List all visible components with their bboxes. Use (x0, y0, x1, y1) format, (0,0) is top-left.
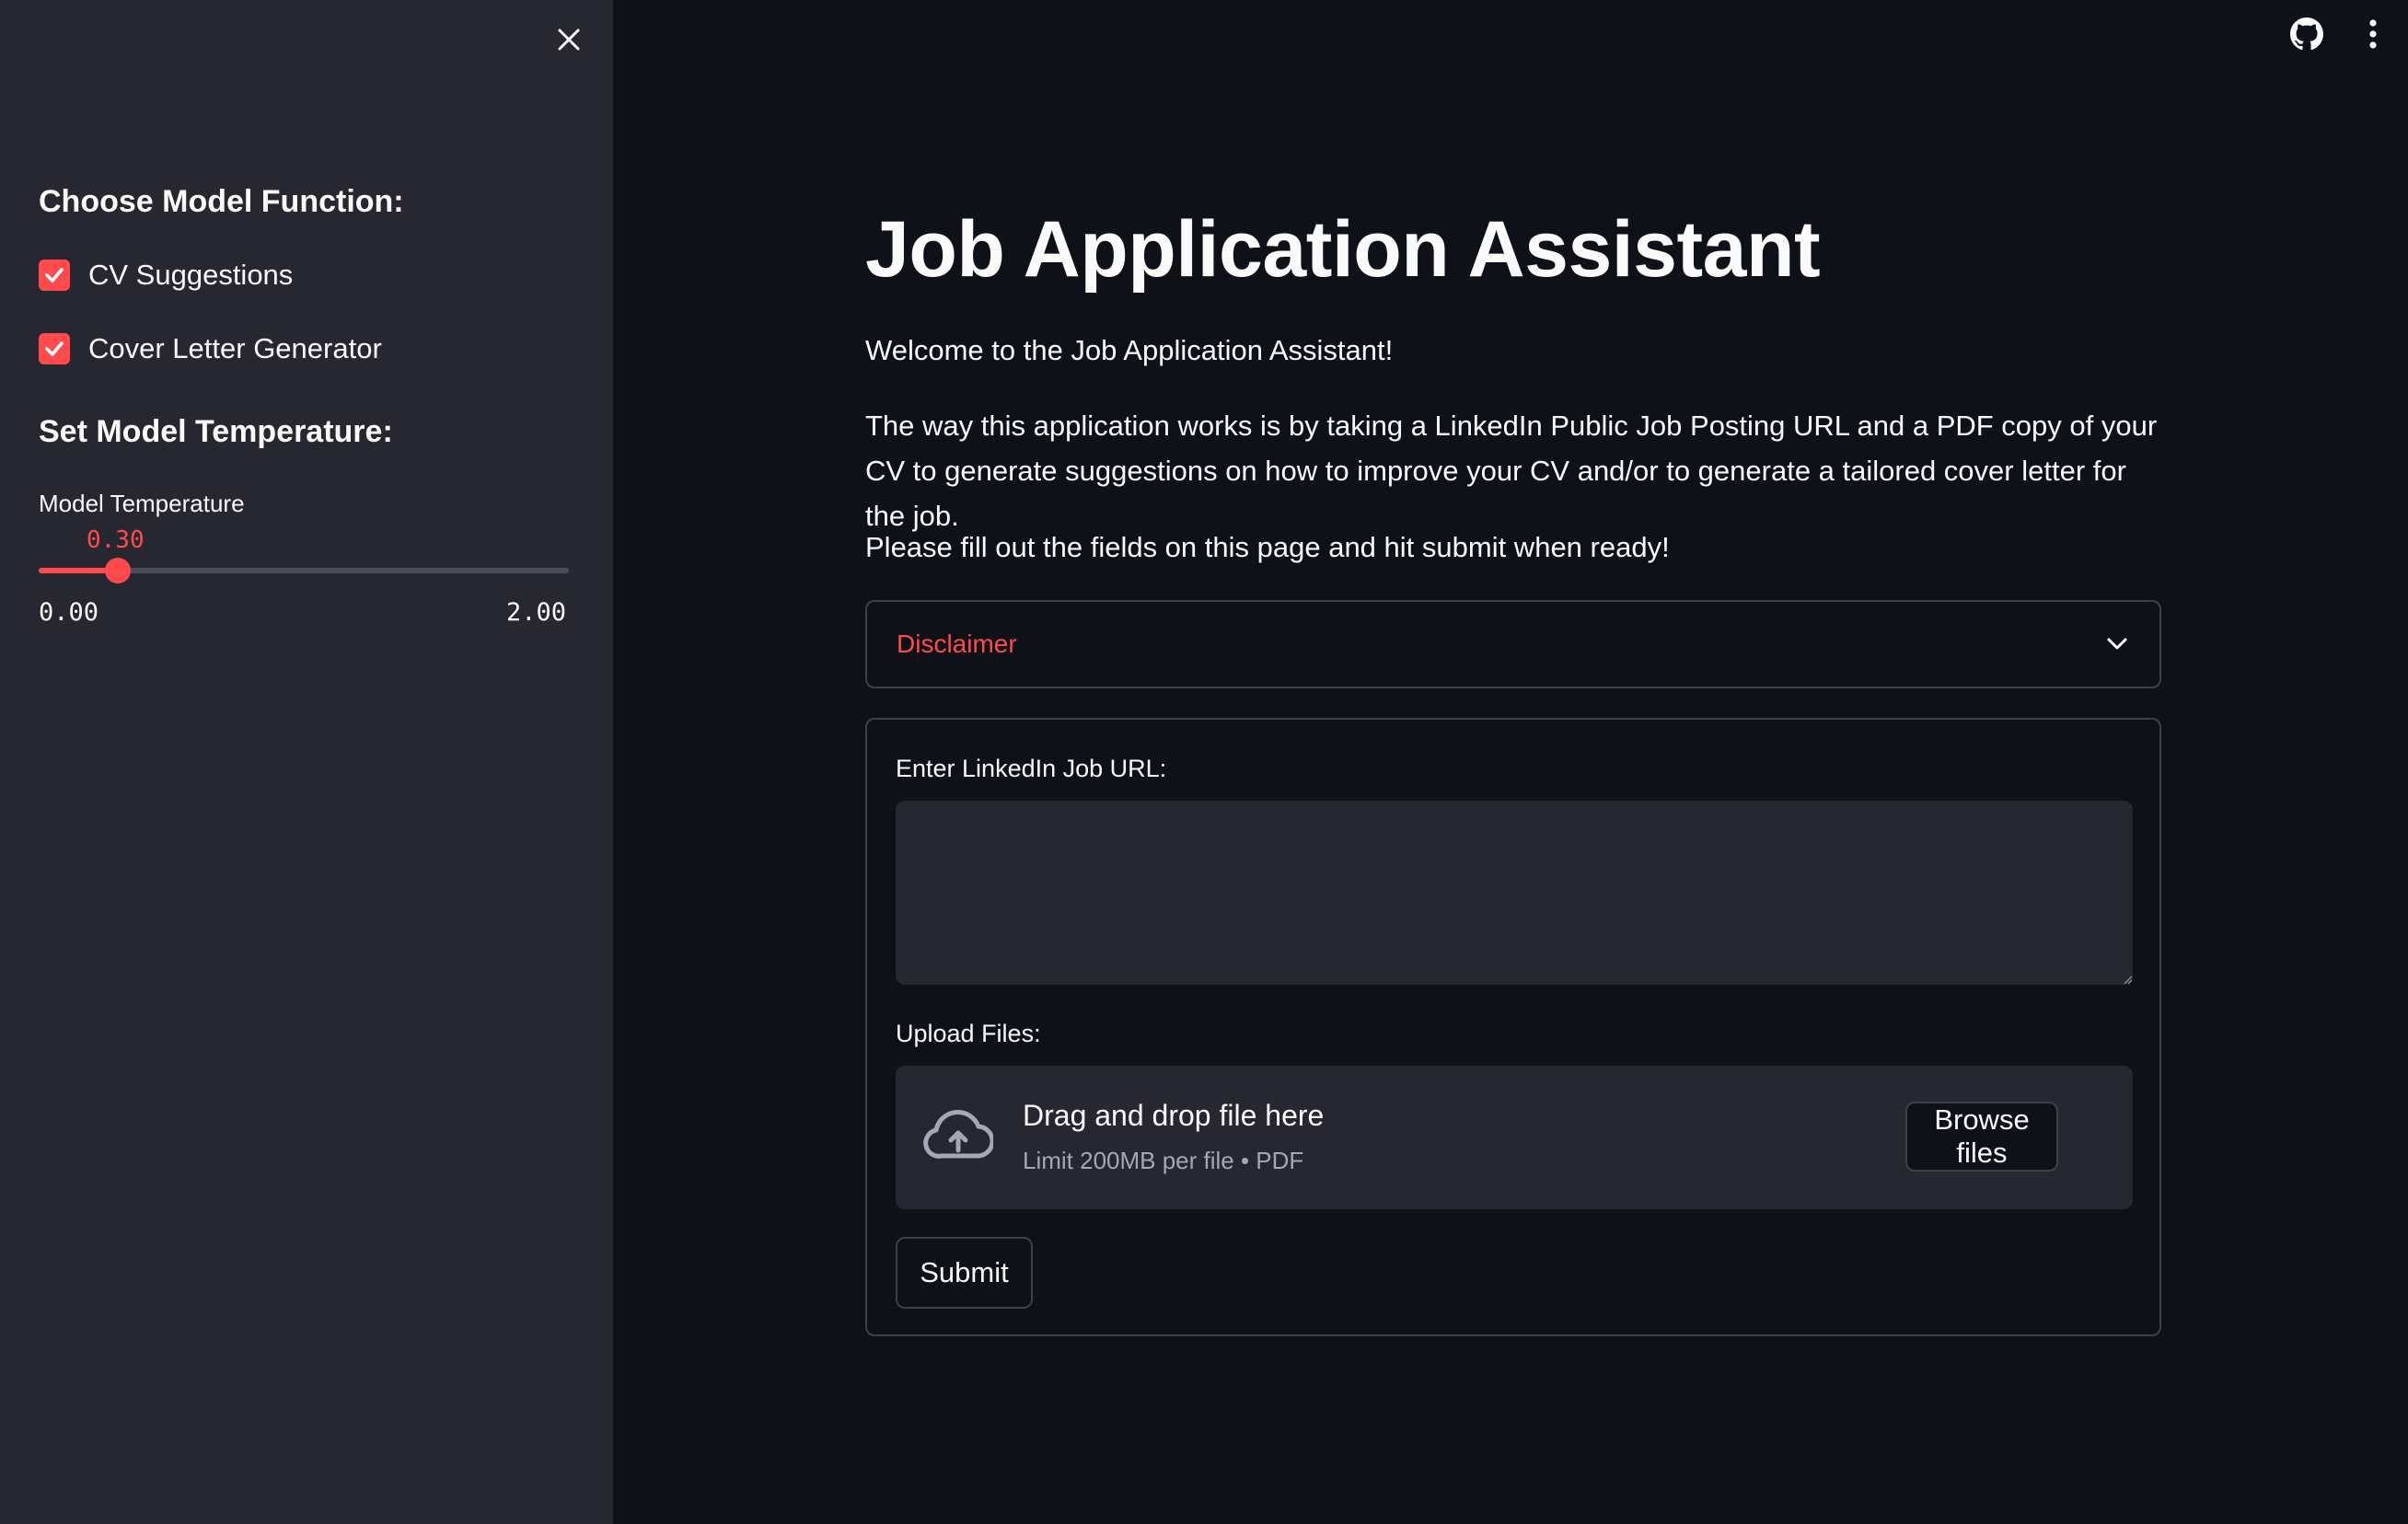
linkedin-url-input[interactable] (896, 801, 2133, 985)
temperature-heading: Set Model Temperature: (39, 414, 393, 449)
slider-value: 0.30 (87, 526, 145, 554)
checkbox-cv-suggestions[interactable]: CV Suggestions (39, 259, 293, 292)
chevron-down-icon (2107, 638, 2127, 650)
page-title: Job Application Assistant (865, 205, 1821, 294)
cloud-upload-icon (923, 1110, 993, 1159)
checkbox-cover-letter-generator[interactable]: Cover Letter Generator (39, 332, 382, 365)
close-icon (558, 29, 580, 51)
checkbox-label: CV Suggestions (88, 259, 294, 291)
main-menu-button[interactable] (2352, 13, 2394, 55)
browse-files-button[interactable]: Browse files (1905, 1102, 2058, 1172)
sidebar: Choose Model Function: CV Suggestions Co… (0, 0, 613, 1524)
description-text: The way this application works is by tak… (865, 410, 2158, 532)
model-function-heading: Choose Model Function: (39, 184, 404, 219)
resize-grip-icon[interactable] (2122, 974, 2133, 985)
submit-button[interactable]: Submit (896, 1237, 1033, 1309)
expander-label: Disclaimer (897, 629, 1017, 658)
checkbox-checked-icon[interactable] (39, 333, 70, 364)
slider-min-label: 0.00 (39, 598, 99, 627)
application-form: Enter LinkedIn Job URL: Upload Files: Dr… (865, 718, 2161, 1336)
url-label: Enter LinkedIn Job URL: (896, 755, 1167, 782)
slider-thumb[interactable] (105, 558, 131, 583)
github-button[interactable] (2286, 13, 2328, 55)
close-sidebar-button[interactable] (548, 18, 590, 61)
more-vertical-icon (2369, 19, 2377, 49)
file-dropzone[interactable]: Drag and drop file here Limit 200MB per … (896, 1066, 2133, 1209)
checkbox-label: Cover Letter Generator (88, 332, 382, 364)
welcome-text: Welcome to the Job Application Assistant… (865, 334, 1394, 366)
slider-max-label: 2.00 (506, 598, 567, 627)
checkbox-checked-icon[interactable] (39, 260, 70, 291)
instruction-text: Please fill out the fields on this page … (865, 531, 1670, 563)
slider-label: Model Temperature (39, 490, 245, 517)
dropzone-title: Drag and drop file here (1023, 1099, 1325, 1132)
upload-label: Upload Files: (896, 1020, 1041, 1047)
temperature-slider[interactable] (39, 558, 569, 583)
dropzone-limit: Limit 200MB per file • PDF (1023, 1147, 1304, 1174)
disclaimer-expander[interactable]: Disclaimer (865, 600, 2161, 688)
github-icon (2290, 17, 2323, 51)
app-root: Choose Model Function: CV Suggestions Co… (0, 0, 2408, 1524)
